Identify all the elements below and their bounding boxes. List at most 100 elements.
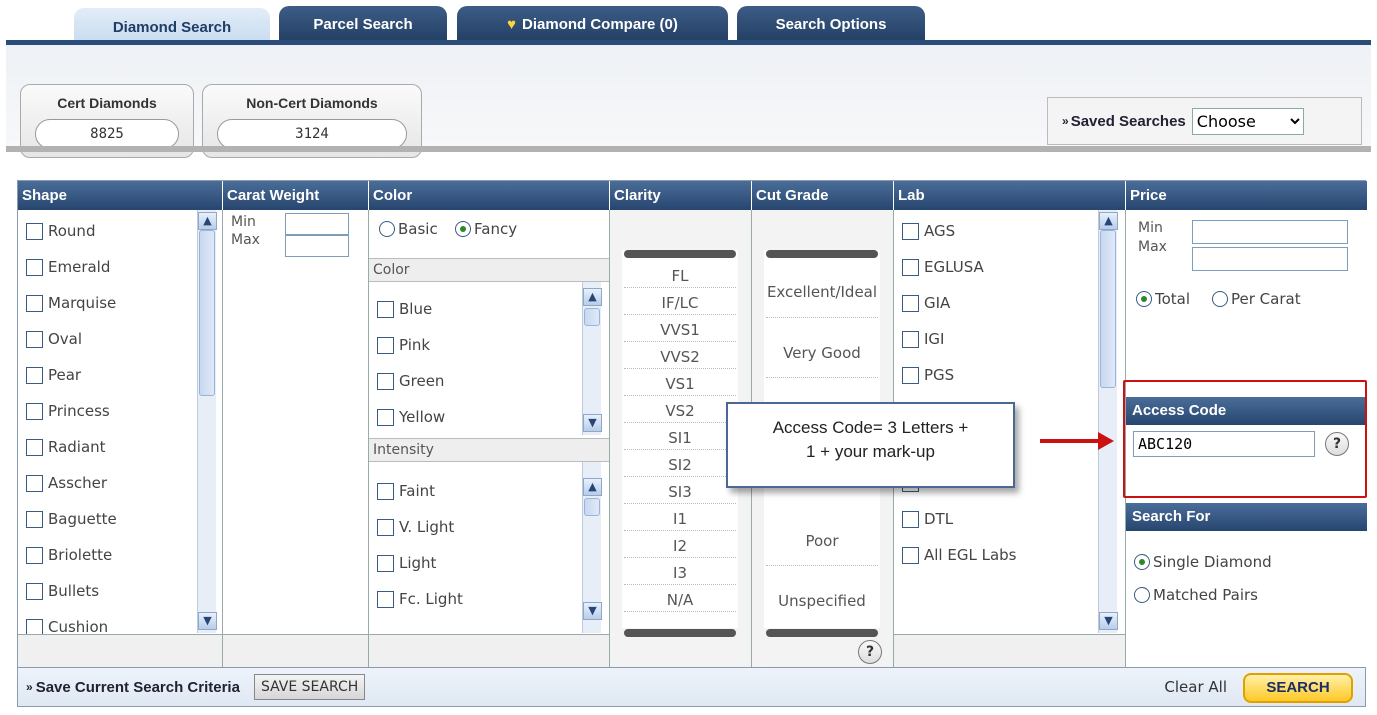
scroll-thumb[interactable]: [199, 230, 215, 396]
clarity-grade-8[interactable]: SI3: [624, 480, 736, 504]
checkbox[interactable]: [377, 554, 394, 572]
cut-grade-very-good[interactable]: Very Good: [766, 328, 878, 378]
shape-option-11[interactable]: Cushion: [26, 618, 108, 634]
shape-option-5[interactable]: Princess: [26, 402, 110, 420]
shape-option-7[interactable]: Asscher: [26, 474, 107, 492]
lab-option-8[interactable]: DTL: [902, 510, 953, 528]
clarity-grade-12[interactable]: N/A: [624, 588, 736, 612]
shape-option-10[interactable]: Bullets: [26, 582, 99, 600]
search-button[interactable]: SEARCH: [1243, 673, 1353, 703]
clarity-grade-7[interactable]: SI2: [624, 453, 736, 477]
checkbox[interactable]: [26, 402, 43, 420]
checkbox[interactable]: [26, 582, 43, 600]
shape-option-9[interactable]: Briolette: [26, 546, 112, 564]
checkbox[interactable]: [26, 546, 43, 564]
scroll-down-icon[interactable]: ▼: [583, 602, 602, 620]
price-total-radio[interactable]: Total: [1136, 290, 1190, 308]
cut-slider-top-handle[interactable]: [766, 250, 878, 258]
cut-grade-poor[interactable]: Poor: [766, 516, 878, 566]
checkbox[interactable]: [902, 330, 919, 348]
clarity-grade-9[interactable]: I1: [624, 507, 736, 531]
checkbox[interactable]: [26, 618, 43, 634]
checkbox[interactable]: [26, 438, 43, 456]
carat-min-input[interactable]: [285, 213, 349, 235]
checkbox[interactable]: [377, 482, 394, 500]
checkbox[interactable]: [377, 372, 394, 390]
color-option-1[interactable]: Pink: [377, 336, 430, 354]
clarity-grade-3[interactable]: VVS2: [624, 345, 736, 369]
single-diamond-radio[interactable]: Single Diamond: [1134, 553, 1272, 571]
clarity-grade-4[interactable]: VS1: [624, 372, 736, 396]
scroll-down-icon[interactable]: ▼: [1099, 612, 1118, 630]
checkbox[interactable]: [26, 474, 43, 492]
color-option-3[interactable]: Yellow: [377, 408, 445, 426]
price-max-input[interactable]: [1192, 247, 1348, 271]
clarity-grade-2[interactable]: VVS1: [624, 318, 736, 342]
help-icon[interactable]: ?: [858, 640, 882, 664]
clarity-grade-10[interactable]: I2: [624, 534, 736, 558]
price-per-carat-radio[interactable]: Per Carat: [1212, 290, 1301, 308]
checkbox[interactable]: [26, 510, 43, 528]
tab-search-options[interactable]: Search Options: [737, 6, 925, 42]
shape-scrollbar[interactable]: ▲ ▼: [197, 210, 217, 633]
saved-searches-select[interactable]: Choose: [1191, 107, 1304, 135]
clarity-slider-bottom-handle[interactable]: [624, 629, 736, 637]
shape-option-0[interactable]: Round: [26, 222, 95, 240]
scroll-up-icon[interactable]: ▲: [583, 288, 602, 306]
price-min-input[interactable]: [1192, 220, 1348, 244]
clarity-grade-6[interactable]: SI1: [624, 426, 736, 450]
carat-max-input[interactable]: [285, 235, 349, 257]
shape-option-4[interactable]: Pear: [26, 366, 81, 384]
tab-parcel-search[interactable]: Parcel Search: [279, 6, 447, 42]
checkbox[interactable]: [902, 258, 919, 276]
clarity-grade-11[interactable]: I3: [624, 561, 736, 585]
checkbox[interactable]: [377, 336, 394, 354]
scroll-thumb[interactable]: [1100, 230, 1116, 388]
intensity-option-0[interactable]: Faint: [377, 482, 435, 500]
lab-option-1[interactable]: EGLUSA: [902, 258, 984, 276]
color-fancy-radio[interactable]: Fancy: [455, 220, 517, 238]
clear-all-link[interactable]: Clear All: [1164, 678, 1227, 696]
shape-option-2[interactable]: Marquise: [26, 294, 116, 312]
clarity-grade-1[interactable]: IF/LC: [624, 291, 736, 315]
checkbox[interactable]: [26, 330, 43, 348]
clarity-slider-top-handle[interactable]: [624, 250, 736, 258]
checkbox[interactable]: [377, 300, 394, 318]
tab-diamond-compare[interactable]: ♥ Diamond Compare (0): [457, 6, 728, 42]
lab-option-0[interactable]: AGS: [902, 222, 955, 240]
checkbox[interactable]: [377, 408, 394, 426]
lab-option-9[interactable]: All EGL Labs: [902, 546, 1016, 564]
cut-grade-excellent[interactable]: Excellent/Ideal: [766, 266, 878, 318]
intensity-option-3[interactable]: Fc. Light: [377, 590, 463, 608]
color-scrollbar[interactable]: ▲ ▼: [582, 282, 602, 435]
checkbox[interactable]: [26, 294, 43, 312]
cut-slider-bottom-handle[interactable]: [766, 629, 878, 637]
intensity-scrollbar[interactable]: ▲ ▼: [582, 462, 602, 633]
shape-option-1[interactable]: Emerald: [26, 258, 110, 276]
lab-option-4[interactable]: PGS: [902, 366, 954, 384]
checkbox[interactable]: [902, 546, 919, 564]
clarity-grade-0[interactable]: FL: [624, 264, 736, 288]
intensity-option-2[interactable]: Light: [377, 554, 436, 572]
lab-option-2[interactable]: GIA: [902, 294, 950, 312]
color-option-0[interactable]: Blue: [377, 300, 432, 318]
scroll-down-icon[interactable]: ▼: [198, 612, 217, 630]
cut-grade-unspecified[interactable]: Unspecified: [766, 576, 878, 626]
scroll-thumb[interactable]: [584, 498, 600, 516]
shape-option-8[interactable]: Baguette: [26, 510, 117, 528]
checkbox[interactable]: [377, 518, 394, 536]
clarity-grade-5[interactable]: VS2: [624, 399, 736, 423]
scroll-up-icon[interactable]: ▲: [1099, 212, 1118, 230]
matched-pairs-radio[interactable]: Matched Pairs: [1134, 586, 1258, 604]
checkbox[interactable]: [902, 510, 919, 528]
scroll-thumb[interactable]: [584, 308, 600, 326]
checkbox[interactable]: [26, 366, 43, 384]
lab-option-3[interactable]: IGI: [902, 330, 944, 348]
color-option-2[interactable]: Green: [377, 372, 444, 390]
checkbox[interactable]: [902, 366, 919, 384]
checkbox[interactable]: [902, 294, 919, 312]
checkbox[interactable]: [26, 222, 43, 240]
checkbox[interactable]: [26, 258, 43, 276]
save-search-button[interactable]: SAVE SEARCH: [253, 674, 366, 700]
color-basic-radio[interactable]: Basic: [379, 220, 438, 238]
